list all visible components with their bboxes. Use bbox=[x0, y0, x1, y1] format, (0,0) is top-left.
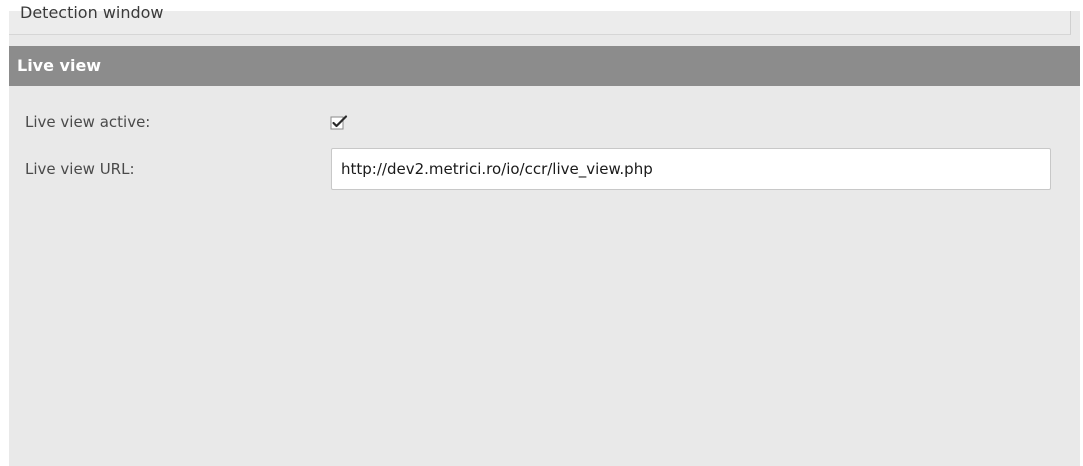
check-icon bbox=[330, 115, 348, 130]
live-view-active-label: Live view active: bbox=[25, 113, 151, 131]
section-header-detection-window[interactable]: Detection window bbox=[9, 3, 1071, 35]
live-view-url-input[interactable] bbox=[331, 148, 1051, 190]
live-view-url-label: Live view URL: bbox=[25, 160, 135, 178]
section-header-live-view[interactable]: Live view bbox=[9, 46, 1080, 86]
settings-panel: Detection window Live view Live view act… bbox=[9, 3, 1080, 466]
live-view-active-checkbox[interactable] bbox=[330, 114, 348, 130]
section-title-live-view: Live view bbox=[17, 56, 102, 75]
section-title-detection-window: Detection window bbox=[20, 3, 164, 22]
